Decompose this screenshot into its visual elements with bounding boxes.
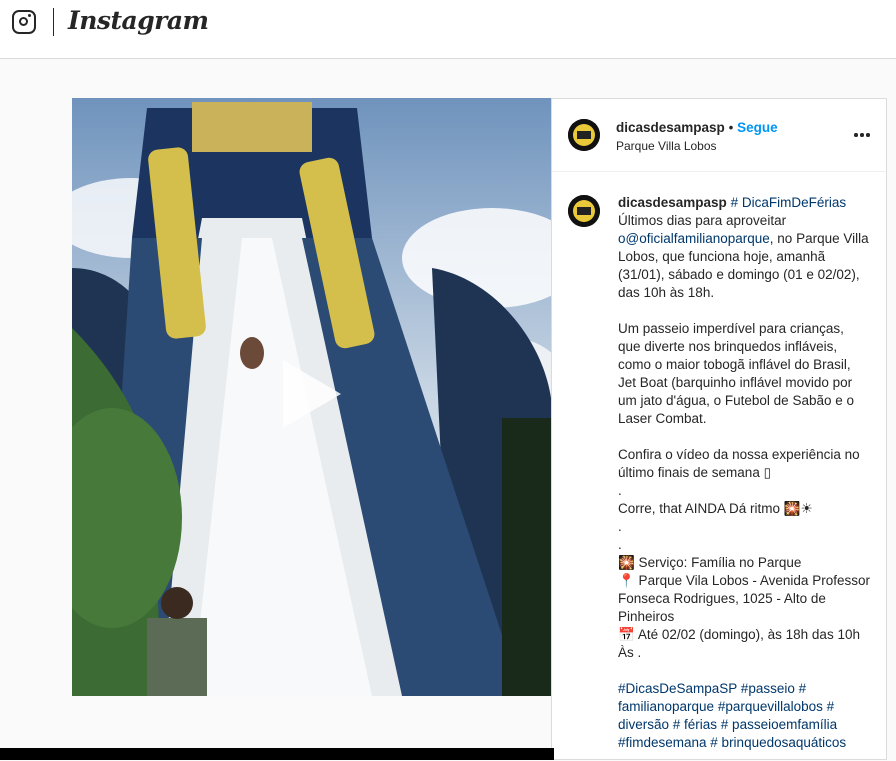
caption-area: dicasdesampasp # DicaFimDeFérias Últimos… <box>552 172 886 761</box>
caption-line: . <box>618 537 622 552</box>
post-card: dicasdesampasp • Segue Parque Villa Lobo… <box>72 98 887 760</box>
play-icon[interactable] <box>283 360 341 428</box>
logo-divider <box>53 8 54 36</box>
post-header-text: dicasdesampasp • Segue Parque Villa Lobo… <box>616 120 778 153</box>
header-separator: • <box>728 120 734 135</box>
instagram-camera-icon[interactable] <box>12 10 36 34</box>
caption-paragraph: Um passeio imperdível para crianças, que… <box>618 321 858 426</box>
caption-line: 📅 Até 02/02 (domingo), às 18h das 10h Às… <box>618 627 864 660</box>
caption-line: 🎇 Serviço: Família no Parque <box>618 555 802 570</box>
hashtag-link[interactable]: # DicaFimDeFérias <box>731 195 847 210</box>
mention-link[interactable]: o@oficialfamilianoparque <box>618 231 770 246</box>
avatar[interactable] <box>568 195 600 227</box>
post-header: dicasdesampasp • Segue Parque Villa Lobo… <box>552 99 886 172</box>
username-link[interactable]: dicasdesampasp <box>616 120 725 135</box>
caption-line: Últimos dias para aproveitar <box>618 213 787 228</box>
caption-paragraph: Confira o vídeo da nossa experiência no … <box>618 447 864 480</box>
top-navigation-bar: Instagram <box>0 0 896 59</box>
caption-line: 📍 Parque Vila Lobos - Avenida Professor … <box>618 573 874 624</box>
follow-button[interactable]: Segue <box>737 120 778 135</box>
more-options-icon[interactable] <box>854 133 870 137</box>
post-sidebar: dicasdesampasp • Segue Parque Villa Lobo… <box>551 98 887 760</box>
hashtag-list[interactable]: #DicasDeSampaSP #passeio # familianoparq… <box>618 680 870 752</box>
bottom-bar <box>0 748 554 760</box>
avatar[interactable] <box>568 119 600 151</box>
caption-username-link[interactable]: dicasdesampasp <box>618 195 727 210</box>
caption-text: dicasdesampasp # DicaFimDeFérias Últimos… <box>618 194 870 752</box>
post-video[interactable] <box>72 98 551 696</box>
caption-line: . <box>618 519 622 534</box>
instagram-wordmark[interactable]: Instagram <box>68 6 209 35</box>
caption-line: . <box>618 483 622 498</box>
location-link[interactable]: Parque Villa Lobos <box>616 139 778 153</box>
caption-line: Corre, that AINDA Dá ritmo 🎇☀ <box>618 501 813 516</box>
